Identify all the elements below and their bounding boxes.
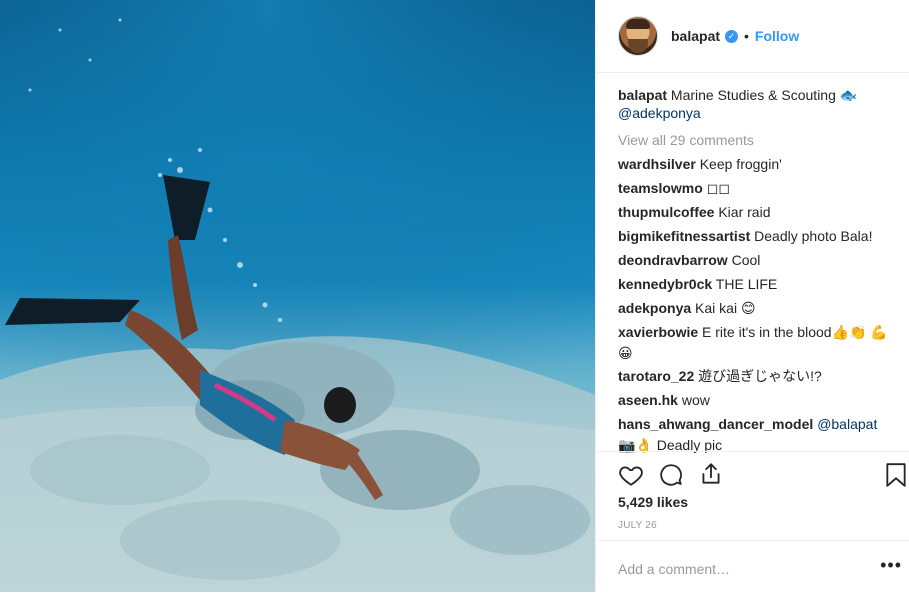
comment-username[interactable]: hans_ahwang_dancer_model: [618, 416, 813, 432]
comment-text: THE LIFE: [712, 276, 778, 292]
comment-item: xavierbowie E rite it's in the blood👍👏 💪…: [618, 322, 898, 364]
post-username[interactable]: balapat: [671, 28, 720, 44]
comment-bubble-icon[interactable]: [658, 462, 684, 493]
comment-username[interactable]: wardhsilver: [618, 156, 696, 172]
comment-item: kennedybr0ck THE LIFE: [618, 272, 898, 296]
comment-username[interactable]: adekponya: [618, 300, 691, 316]
view-all-comments-link[interactable]: View all 29 comments: [618, 128, 898, 152]
post-actions: 5,429 likes JULY 26 Add a comment… •••: [596, 451, 909, 592]
share-icon[interactable]: [698, 461, 724, 492]
comment-text: Deadly photo Bala!: [750, 228, 873, 244]
comment-item: thupmulcoffee Kiar raid: [618, 200, 898, 224]
comment-item: deondravbarrow Cool: [618, 248, 898, 272]
comment-username[interactable]: deondravbarrow: [618, 252, 728, 268]
comment-text: Kiar raid: [714, 204, 771, 220]
caption-mention[interactable]: @adekponya: [618, 105, 701, 121]
follow-button[interactable]: Follow: [755, 28, 799, 44]
avatar-beard: [628, 39, 648, 53]
comment-username[interactable]: teamslowmo: [618, 180, 703, 196]
caption-text: Marine Studies & Scouting 🐟: [667, 87, 858, 103]
comment-text: 遊び過ぎじゃない!?: [694, 368, 822, 384]
comment-item: wardhsilver Keep froggin': [618, 152, 898, 176]
verified-badge-icon: ✓: [725, 29, 739, 43]
comment-text: Keep froggin': [695, 156, 782, 172]
comment-username[interactable]: kennedybr0ck: [618, 276, 712, 292]
separator-dot: •: [744, 28, 749, 44]
comment-mention[interactable]: @balapat: [817, 416, 877, 432]
underwater-freediver-image: [0, 0, 595, 592]
post-date[interactable]: JULY 26: [618, 520, 657, 531]
comment-item: bigmikefitnessartist Deadly photo Bala!: [618, 224, 898, 248]
comment-text: wow: [677, 392, 710, 408]
caption-username[interactable]: balapat: [618, 87, 667, 103]
likes-count[interactable]: 5,429 likes: [618, 494, 688, 510]
heart-icon[interactable]: [618, 462, 644, 493]
comment-item: teamslowmo ◻◻: [618, 176, 898, 200]
comment-username[interactable]: xavierbowie: [618, 324, 698, 340]
comment-text: ◻◻: [702, 180, 730, 196]
add-comment-input[interactable]: Add a comment…: [618, 561, 730, 577]
bookmark-icon[interactable]: [885, 462, 907, 493]
post-header: balapat ✓ • Follow: [596, 0, 909, 73]
avatar[interactable]: [618, 16, 658, 56]
post-details-panel: balapat ✓ • Follow balapat Marine Studie…: [595, 0, 909, 592]
comment-item: tarotaro_22 遊び過ぎじゃない!?: [618, 364, 898, 388]
comment-username[interactable]: thupmulcoffee: [618, 204, 714, 220]
comment-text: Cool: [727, 252, 761, 268]
comment-item: aseen.hk wow: [618, 388, 898, 412]
comment-username[interactable]: tarotaro_22: [618, 368, 694, 384]
comments-list: balapat Marine Studies & Scouting 🐟 @ade…: [618, 86, 898, 456]
comment-text: Kai kai 😊: [691, 300, 756, 316]
avatar-hair: [626, 19, 650, 29]
add-comment-bar: Add a comment… •••: [596, 540, 909, 593]
post-photo[interactable]: [0, 0, 595, 592]
more-options-icon[interactable]: •••: [880, 555, 902, 576]
comment-username[interactable]: bigmikefitnessartist: [618, 228, 750, 244]
comment-username[interactable]: aseen.hk: [618, 392, 678, 408]
post-caption: balapat Marine Studies & Scouting 🐟 @ade…: [618, 86, 898, 122]
comment-item: adekponya Kai kai 😊: [618, 296, 898, 320]
comment-item: hans_ahwang_dancer_model @balapat 📷👌 Dead…: [618, 414, 898, 456]
